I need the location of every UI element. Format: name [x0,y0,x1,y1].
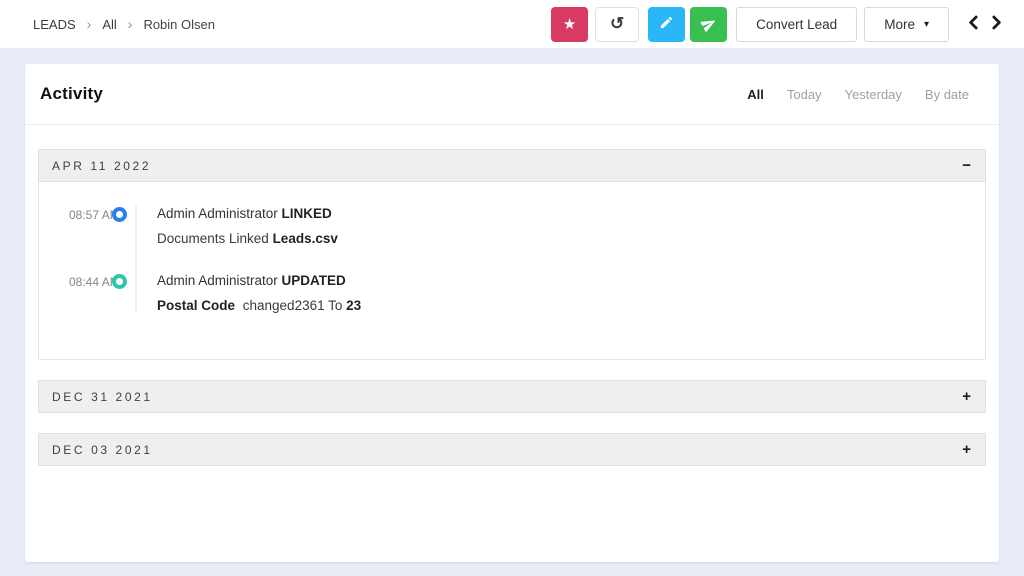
pencil-icon [659,15,674,34]
top-bar: LEADS › All › Robin Olsen ★ ↺ Convert Le… [0,0,1024,48]
expand-icon[interactable]: + [962,442,971,457]
entry-field-name: Postal Code [157,298,235,313]
section-date-label: DEC 03 2021 [52,443,153,457]
stream-dot-icon [112,207,127,222]
follow-button[interactable]: ★ [551,7,588,42]
star-icon: ★ [563,15,576,33]
toolbar: ★ ↺ Convert Lead More ▾ [551,7,1010,42]
breadcrumb-leads[interactable]: LEADS [33,17,76,32]
history-button[interactable]: ↺ [595,7,639,42]
activity-section: APR 11 2022 − 08:57 AM Admin Administrat… [38,149,986,360]
activity-panel-body: APR 11 2022 − 08:57 AM Admin Administrat… [25,125,999,466]
more-button-label: More [884,17,915,32]
filter-by-date[interactable]: By date [925,87,969,102]
section-header-dec-03-2021[interactable]: DEC 03 2021 + [38,433,986,466]
entry-actor[interactable]: Admin Administrator [157,273,282,288]
send-button[interactable] [690,7,727,42]
section-header-dec-31-2021[interactable]: DEC 31 2021 + [38,380,986,413]
breadcrumb-all[interactable]: All [102,17,116,32]
activity-section: DEC 31 2021 + [38,380,986,413]
entry-new-value: 23 [346,298,361,313]
activity-panel: Activity All Today Yesterday By date APR… [25,64,999,562]
panel-title: Activity [40,84,103,104]
entry-actor[interactable]: Admin Administrator [157,206,282,221]
chevron-right-icon [992,15,1003,33]
breadcrumb-record-name: Robin Olsen [143,17,215,32]
collapse-icon[interactable]: − [962,158,971,173]
entry-action: LINKED [282,206,332,221]
paper-plane-icon [698,13,720,35]
previous-record-button[interactable] [960,11,985,37]
entry-title: Admin Administrator LINKED [157,206,338,221]
stream-entry: 08:44 AM Admin Administrator UPDATED Pos… [69,273,985,313]
filter-yesterday[interactable]: Yesterday [845,87,902,102]
breadcrumb: LEADS › All › Robin Olsen [33,17,215,32]
filter-today[interactable]: Today [787,87,822,102]
entry-detail-text: changed2361 To [239,298,346,313]
stream-entry: 08:57 AM Admin Administrator LINKED Docu… [69,206,985,246]
next-record-button[interactable] [985,11,1010,37]
activity-panel-header: Activity All Today Yesterday By date [25,64,999,125]
entry-text: Admin Administrator LINKED Documents Lin… [157,206,338,246]
chevron-right-separator-icon: › [128,17,133,31]
entry-text: Admin Administrator UPDATED Postal Code … [157,273,361,313]
entry-action: UPDATED [282,273,346,288]
activity-filters: All Today Yesterday By date [724,87,969,102]
entry-detail-link[interactable]: Leads.csv [273,231,338,246]
section-date-label: APR 11 2022 [52,159,151,173]
stream-dot-icon [112,274,127,289]
entry-detail: Postal Code changed2361 To 23 [157,298,361,313]
entry-time: 08:57 AM [69,206,116,222]
entry-detail: Documents Linked Leads.csv [157,231,338,246]
entry-time: 08:44 AM [69,273,116,289]
history-icon: ↺ [610,14,624,34]
chevron-left-icon [967,15,978,33]
expand-icon[interactable]: + [962,389,971,404]
entry-detail-text: Documents Linked [157,231,273,246]
filter-all[interactable]: All [747,87,764,102]
section-date-label: DEC 31 2021 [52,390,153,404]
more-button[interactable]: More ▾ [864,7,949,42]
edit-button[interactable] [648,7,685,42]
chevron-down-icon: ▾ [924,19,929,30]
section-header-apr-11-2022[interactable]: APR 11 2022 − [38,149,986,182]
section-content: 08:57 AM Admin Administrator LINKED Docu… [38,182,986,360]
entry-title: Admin Administrator UPDATED [157,273,361,288]
activity-section: DEC 03 2021 + [38,433,986,466]
chevron-right-separator-icon: › [87,17,92,31]
convert-lead-button[interactable]: Convert Lead [736,7,857,42]
